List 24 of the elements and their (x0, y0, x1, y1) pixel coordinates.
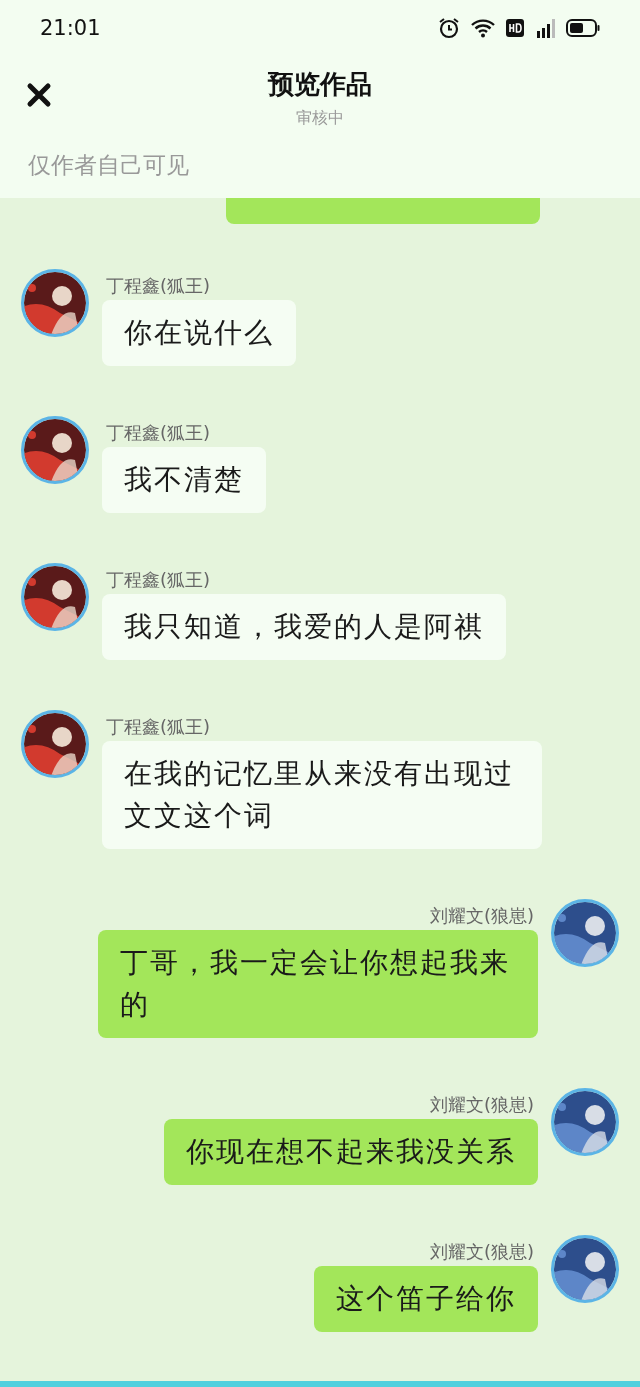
page-title: 预览作品 (268, 68, 372, 101)
message-bubble: 你现在想不起来我没关系 (164, 1119, 538, 1185)
message-bubble: 丁哥，我一定会让你想起我来的 (98, 930, 538, 1038)
close-icon[interactable] (26, 82, 52, 108)
sender-name: 丁程鑫(狐王) (105, 715, 212, 739)
message-bubble: 我不清楚 (102, 447, 266, 513)
sender-name: 丁程鑫(狐王) (105, 274, 212, 298)
sender-name: 刘耀文(狼崽) (428, 1093, 535, 1117)
message-bubble: 在我的记忆里从来没有出现过文文这个词 (102, 741, 542, 849)
message-bubble: 这个笛子给你 (314, 1266, 538, 1332)
sender-name: 刘耀文(狼崽) (428, 904, 535, 928)
wifi-icon (470, 18, 496, 38)
sender-name: 丁程鑫(狐王) (105, 568, 212, 592)
battery-icon (566, 19, 600, 37)
message-bubble: 你在说什么 (102, 300, 296, 366)
signal-icon (534, 17, 556, 39)
alarm-icon (438, 17, 460, 39)
sender-name: 刘耀文(狼崽) (428, 1240, 535, 1264)
review-status: 审核中 (296, 108, 344, 129)
visibility-notice: 仅作者自己可见 (27, 151, 190, 180)
hd-icon (506, 19, 524, 37)
sender-name: 丁程鑫(狐王) (105, 421, 212, 445)
message-bubble: 我只知道，我爱的人是阿祺 (102, 594, 506, 660)
status-time: 21:01 (40, 16, 101, 40)
